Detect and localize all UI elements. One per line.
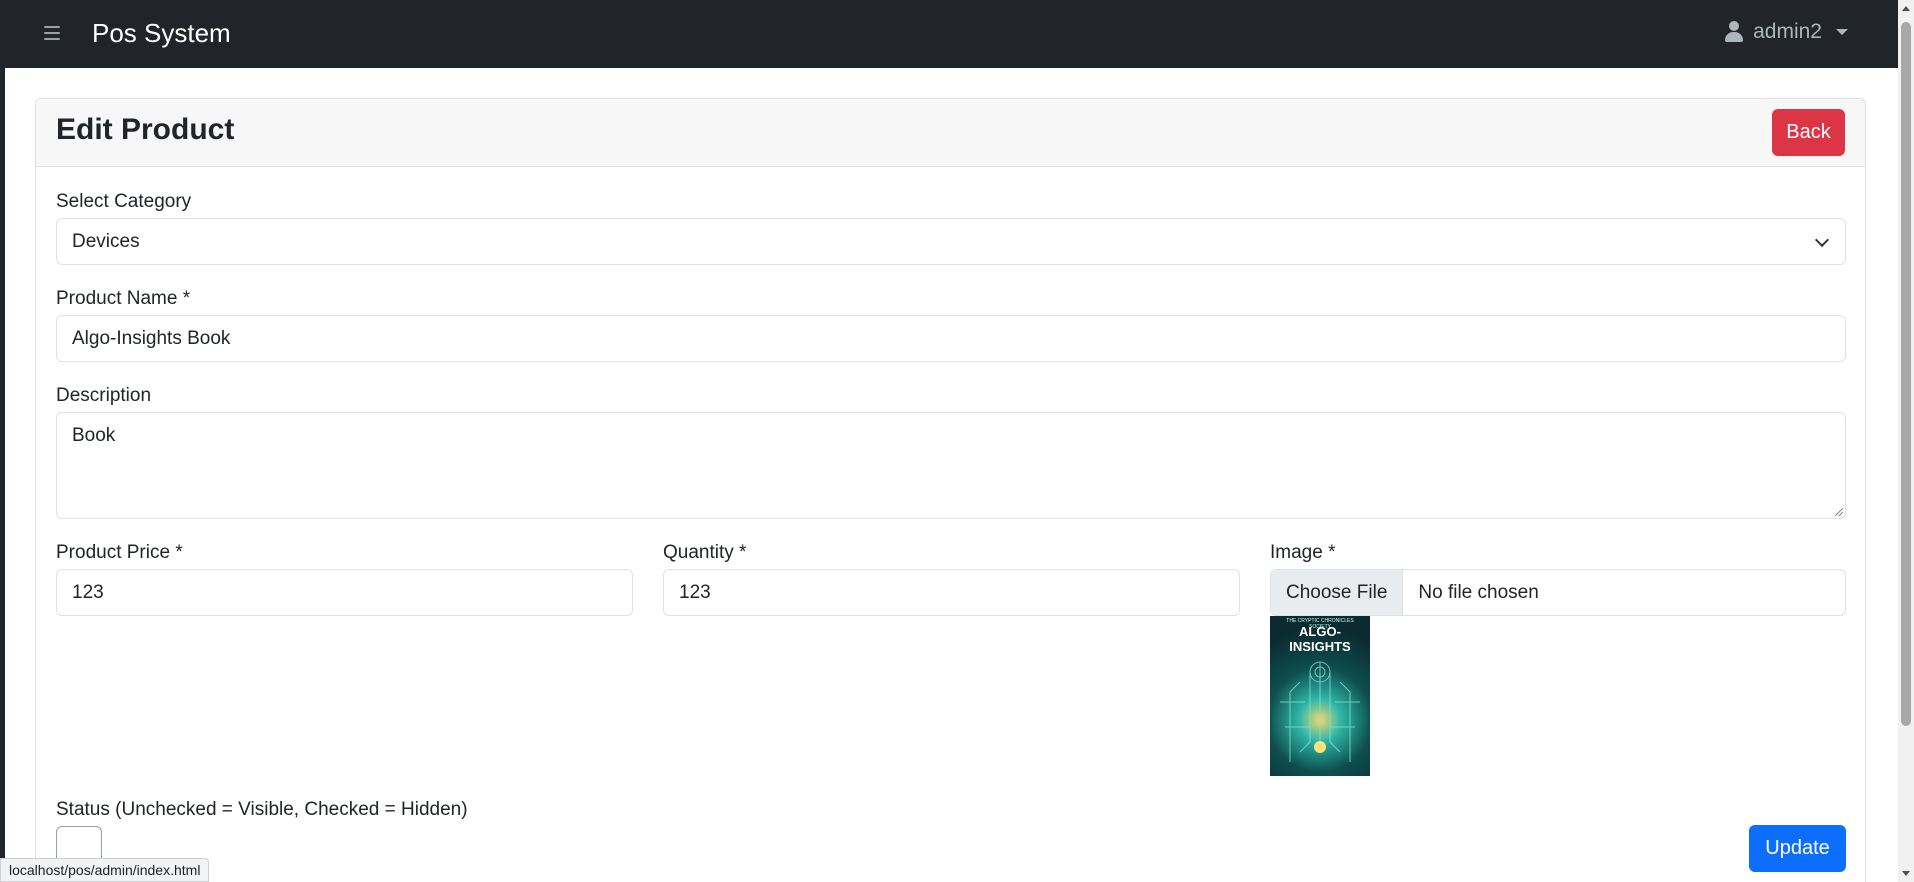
back-button[interactable]: Back <box>1772 109 1845 156</box>
choose-file-button[interactable]: Choose File <box>1271 570 1404 615</box>
link-preview-status: localhost/pos/admin/index.html <box>0 858 210 882</box>
category-select[interactable]: Devices <box>56 218 1846 265</box>
file-status: No file chosen <box>1418 581 1539 603</box>
product-name-label: Product Name * <box>56 288 191 309</box>
page-title: Edit Product <box>56 113 235 146</box>
update-button[interactable]: Update <box>1749 825 1846 872</box>
image-file-input[interactable]: Choose File No file chosen <box>1270 569 1846 616</box>
chevron-down-icon <box>1836 29 1848 35</box>
page-scrollbar[interactable] <box>1898 0 1914 882</box>
product-name-input[interactable]: Algo-Insights Book <box>56 315 1846 362</box>
category-label: Select Category <box>56 191 192 212</box>
resize-handle-icon[interactable] <box>1835 508 1843 516</box>
status-label: Status (Unchecked = Visible, Checked = H… <box>56 799 468 820</box>
price-input[interactable]: 123 <box>56 569 633 616</box>
price-value: 123 <box>72 581 104 603</box>
card-header: Edit Product Back <box>36 99 1865 167</box>
quantity-label: Quantity * <box>663 542 747 563</box>
image-label: Image * <box>1270 542 1336 563</box>
scrollbar-thumb[interactable] <box>1901 22 1911 726</box>
menu-toggle-icon[interactable] <box>44 26 60 40</box>
user-dropdown[interactable]: admin2 <box>1725 20 1848 44</box>
top-navbar: Pos System admin2 <box>0 0 1898 68</box>
description-value: Book <box>72 425 116 446</box>
chevron-down-icon <box>1814 232 1830 248</box>
quantity-value: 123 <box>679 581 711 603</box>
description-textarea[interactable]: Book <box>56 412 1846 519</box>
description-label: Description <box>56 385 152 406</box>
edit-product-card: Edit Product Back Select Category Device… <box>35 98 1866 882</box>
product-name-value: Algo-Insights Book <box>72 327 231 349</box>
user-icon <box>1725 21 1744 43</box>
quantity-input[interactable]: 123 <box>663 569 1240 616</box>
product-image-preview: THE CRYPTIC CHRONICLES SOCIETY ALGO-INSI… <box>1270 616 1370 776</box>
sidebar-edge <box>0 68 5 882</box>
username-label: admin2 <box>1753 20 1822 43</box>
category-value: Devices <box>72 230 140 252</box>
brand-title[interactable]: Pos System <box>92 18 231 49</box>
scroll-down-icon[interactable] <box>1902 871 1910 876</box>
circuit-art-icon <box>1280 661 1360 762</box>
scroll-up-icon[interactable] <box>1902 6 1910 11</box>
price-label: Product Price * <box>56 542 183 563</box>
